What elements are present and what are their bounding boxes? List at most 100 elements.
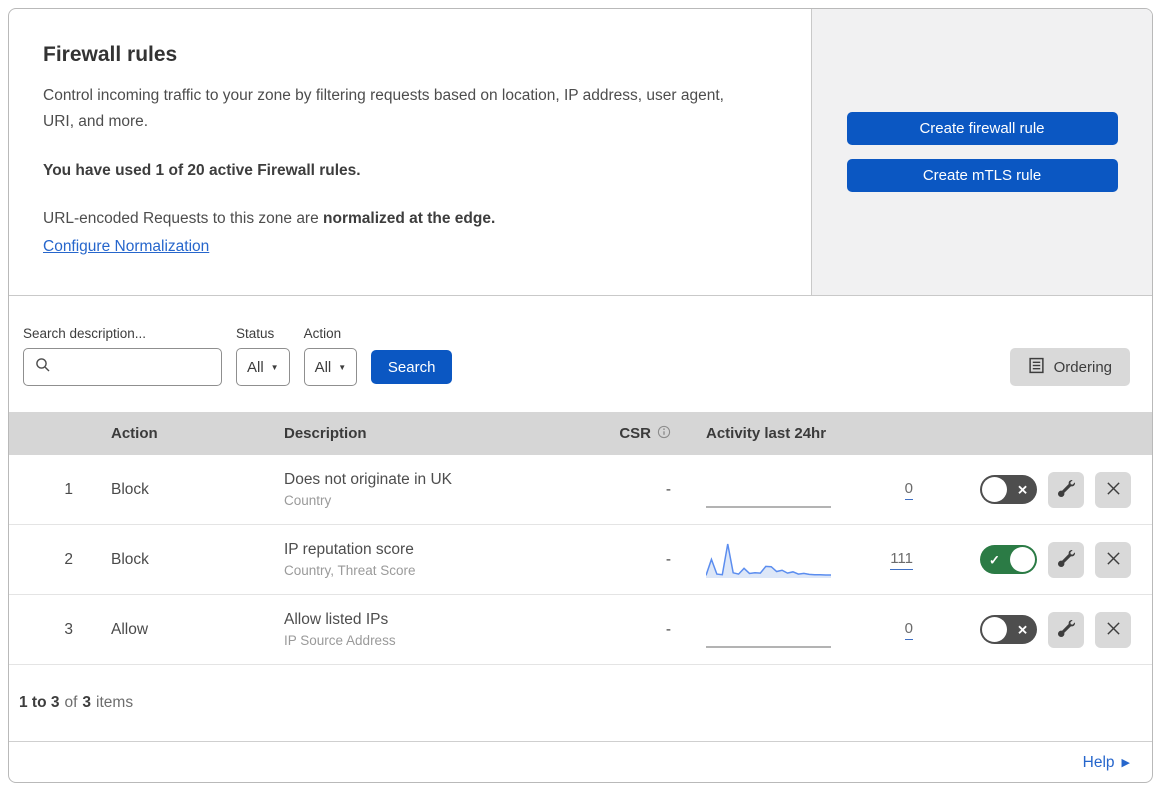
chevron-down-icon: ▼	[270, 362, 279, 372]
table-row: 2 Block IP reputation score Country, Thr…	[9, 525, 1152, 595]
search-group: Search description...	[23, 326, 222, 386]
pagination-summary: 1 to 3 of 3 items	[9, 665, 1152, 741]
status-select[interactable]: All ▼	[236, 348, 290, 386]
toggle-state-icon	[1017, 623, 1028, 636]
rule-csr: -	[665, 620, 671, 638]
action-label: Action	[303, 326, 342, 341]
table-row: 1 Block Does not originate in UK Country…	[9, 455, 1152, 525]
rule-activity: 0	[671, 595, 939, 664]
col-csr: CSR	[584, 425, 671, 443]
edit-rule-button[interactable]	[1048, 611, 1084, 648]
rule-action: Allow	[111, 620, 149, 638]
rule-csr: -	[665, 480, 671, 498]
status-filter-group: Status All ▼	[236, 326, 290, 386]
range-text: 1 to 3	[19, 694, 60, 711]
ordering-label: Ordering	[1053, 358, 1112, 376]
toggle-state-icon	[1017, 483, 1028, 496]
rule-fields: IP Source Address	[284, 633, 396, 648]
header-section: Firewall rules Control incoming traffic …	[9, 9, 1152, 296]
delete-rule-button[interactable]	[1095, 471, 1131, 508]
help-bar: Help ▶	[9, 741, 1152, 782]
normalization-note: URL-encoded Requests to this zone are no…	[43, 206, 771, 232]
enable-toggle[interactable]	[980, 475, 1037, 504]
arrow-right-icon: ▶	[1121, 757, 1130, 769]
rule-index: 3	[64, 620, 73, 638]
configure-normalization-link[interactable]: Configure Normalization	[43, 238, 209, 256]
table-row: 3 Allow Allow listed IPs IP Source Addre…	[9, 595, 1152, 665]
rule-description-title: Does not originate in UK	[284, 471, 453, 488]
rule-fields: Country, Threat Score	[284, 563, 416, 578]
actions-panel: Create firewall rule Create mTLS rule	[811, 9, 1152, 295]
wrench-icon	[1057, 479, 1075, 500]
normalization-bold: normalized at the edge.	[323, 209, 496, 227]
wrench-icon	[1057, 619, 1075, 640]
rule-controls	[939, 611, 1152, 648]
page-title: Firewall rules	[43, 43, 178, 66]
status-value: All	[247, 358, 264, 376]
delete-rule-button[interactable]	[1095, 541, 1131, 578]
action-value: All	[314, 358, 332, 376]
rule-description: Allow listed IPs IP Source Address	[284, 611, 584, 648]
search-box[interactable]	[23, 348, 222, 386]
filter-bar: Search description... Status All ▼ Actio…	[9, 296, 1152, 412]
rule-description: Does not originate in UK Country	[284, 471, 584, 508]
search-label: Search description...	[23, 326, 147, 341]
activity-count-link[interactable]: 0	[904, 480, 913, 500]
toggle-knob	[982, 617, 1007, 642]
activity-count-link[interactable]: 0	[904, 620, 913, 640]
create-firewall-rule-button[interactable]: Create firewall rule	[846, 112, 1118, 145]
toggle-knob	[982, 477, 1007, 502]
rule-action: Block	[111, 480, 149, 498]
close-icon	[1106, 551, 1121, 569]
edit-rule-button[interactable]	[1048, 541, 1084, 578]
table-header: Action Description CSR Activity last 24h…	[9, 412, 1152, 455]
status-label: Status	[236, 326, 275, 341]
rule-action: Block	[111, 550, 149, 568]
of-text: of	[64, 694, 78, 711]
list-document-icon	[1028, 357, 1045, 378]
activity-sparkline	[706, 472, 831, 508]
ordering-button[interactable]: Ordering	[1009, 348, 1130, 386]
intro-panel: Firewall rules Control incoming traffic …	[9, 9, 811, 295]
activity-count-link[interactable]: 111	[890, 550, 913, 570]
rule-fields: Country	[284, 493, 332, 508]
total-text: 3	[82, 694, 92, 711]
col-action: Action	[111, 425, 158, 442]
col-description: Description	[284, 425, 367, 442]
rule-controls	[939, 541, 1152, 578]
rule-csr: -	[665, 550, 671, 568]
enable-toggle[interactable]	[980, 545, 1037, 574]
rule-description-title: IP reputation score	[284, 541, 414, 558]
rule-controls	[939, 471, 1152, 508]
activity-sparkline	[706, 612, 831, 648]
toggle-knob	[1010, 547, 1035, 572]
edit-rule-button[interactable]	[1048, 471, 1084, 508]
activity-sparkline	[706, 542, 831, 578]
create-mtls-rule-button[interactable]: Create mTLS rule	[846, 159, 1118, 192]
search-icon	[35, 357, 51, 378]
firewall-rules-card: Firewall rules Control incoming traffic …	[8, 8, 1153, 783]
close-icon	[1106, 481, 1121, 499]
action-select[interactable]: All ▼	[303, 348, 358, 386]
rule-activity: 0	[671, 455, 939, 524]
search-button[interactable]: Search	[371, 350, 453, 384]
items-text: items	[96, 694, 134, 711]
wrench-icon	[1057, 549, 1075, 570]
rule-index: 2	[64, 550, 73, 568]
col-activity: Activity last 24hr	[706, 425, 827, 442]
help-link[interactable]: Help	[1083, 754, 1115, 772]
usage-summary: You have used 1 of 20 active Firewall ru…	[43, 161, 361, 179]
page-description: Control incoming traffic to your zone by…	[43, 87, 724, 131]
rule-activity: 111	[671, 525, 939, 594]
normalization-prefix: URL-encoded Requests to this zone are	[43, 209, 324, 227]
enable-toggle[interactable]	[980, 615, 1037, 644]
close-icon	[1106, 621, 1121, 639]
rule-description: IP reputation score Country, Threat Scor…	[284, 541, 584, 578]
info-icon[interactable]	[657, 425, 671, 443]
rule-index: 1	[64, 480, 73, 498]
toggle-state-icon	[989, 553, 1000, 566]
delete-rule-button[interactable]	[1095, 611, 1131, 648]
col-csr-label: CSR	[619, 425, 651, 442]
search-input[interactable]	[59, 359, 209, 375]
rule-description-title: Allow listed IPs	[284, 611, 389, 628]
